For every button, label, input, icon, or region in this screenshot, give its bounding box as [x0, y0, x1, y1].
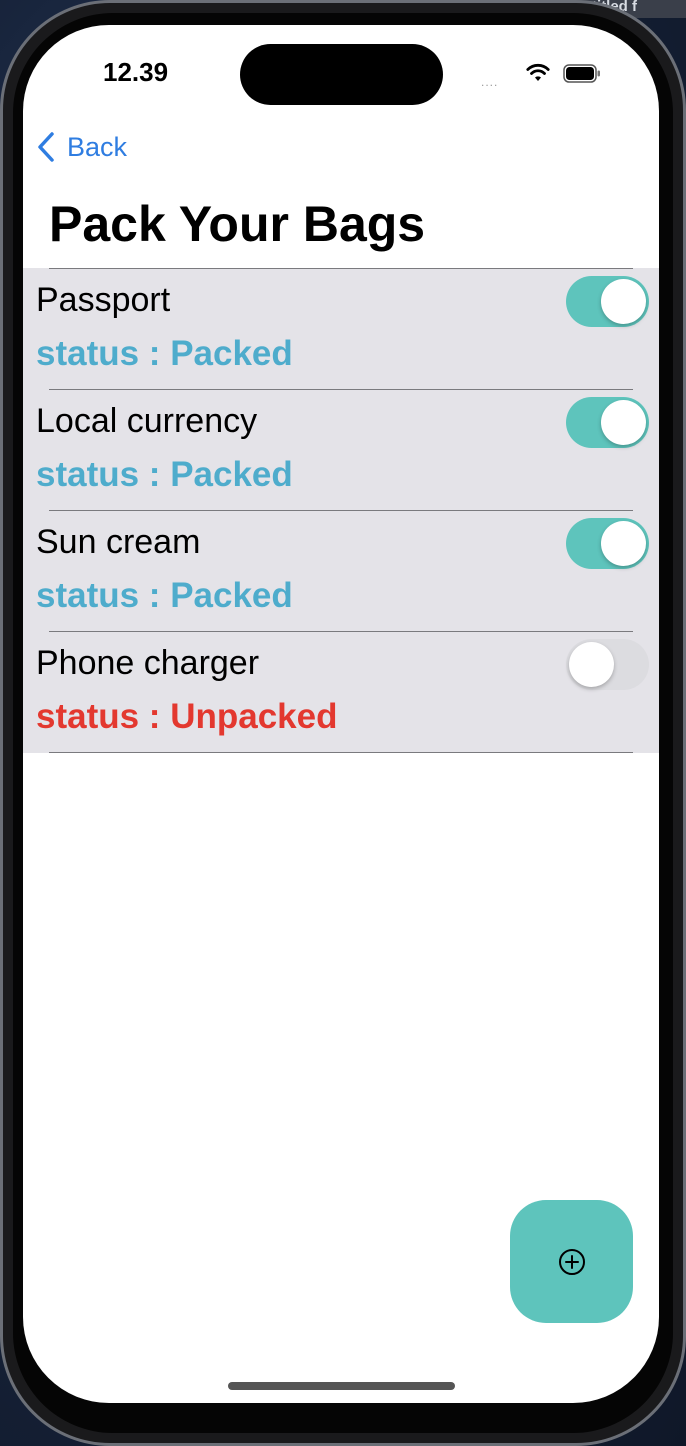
- packed-toggle[interactable]: [566, 518, 649, 569]
- item-status: status : Packed: [36, 576, 293, 615]
- dynamic-island: [240, 44, 443, 105]
- item-status: status : Unpacked: [36, 697, 338, 736]
- list-item-passport: Passport status : Packed: [23, 268, 659, 389]
- list-item-local-currency: Local currency status : Packed: [23, 389, 659, 510]
- back-button[interactable]: Back: [35, 131, 127, 163]
- item-name: Sun cream: [36, 523, 201, 561]
- phone-screen: 12.39 .... Back Pack Your Bags Passport …: [23, 25, 659, 1403]
- chevron-left-icon: [38, 132, 54, 162]
- wifi-icon: [526, 63, 550, 81]
- item-name: Phone charger: [36, 644, 260, 682]
- signal-icon: ....: [481, 75, 499, 89]
- list-item-sun-cream: Sun cream status : Packed: [23, 510, 659, 631]
- item-name: Passport: [36, 281, 171, 319]
- packed-toggle[interactable]: [566, 276, 649, 327]
- add-item-button[interactable]: [510, 1200, 633, 1323]
- plus-circle-icon: [558, 1248, 585, 1275]
- packed-toggle[interactable]: [566, 639, 649, 690]
- item-status: status : Packed: [36, 455, 293, 494]
- toggle-knob: [569, 642, 614, 687]
- back-label: Back: [67, 131, 128, 162]
- packed-toggle[interactable]: [566, 397, 649, 448]
- home-indicator[interactable]: [228, 1382, 455, 1390]
- list-divider: [49, 752, 633, 753]
- toggle-knob: [601, 521, 646, 566]
- battery-icon: [563, 64, 600, 83]
- item-name: Local currency: [36, 402, 258, 440]
- toggle-knob: [601, 400, 646, 445]
- packing-list: Passport status : Packed Local currency …: [23, 268, 659, 753]
- toggle-knob: [601, 279, 646, 324]
- page-title: Pack Your Bags: [49, 196, 426, 252]
- status-time: 12.39: [103, 57, 169, 87]
- list-item-phone-charger: Phone charger status : Unpacked: [23, 631, 659, 752]
- item-status: status : Packed: [36, 334, 293, 373]
